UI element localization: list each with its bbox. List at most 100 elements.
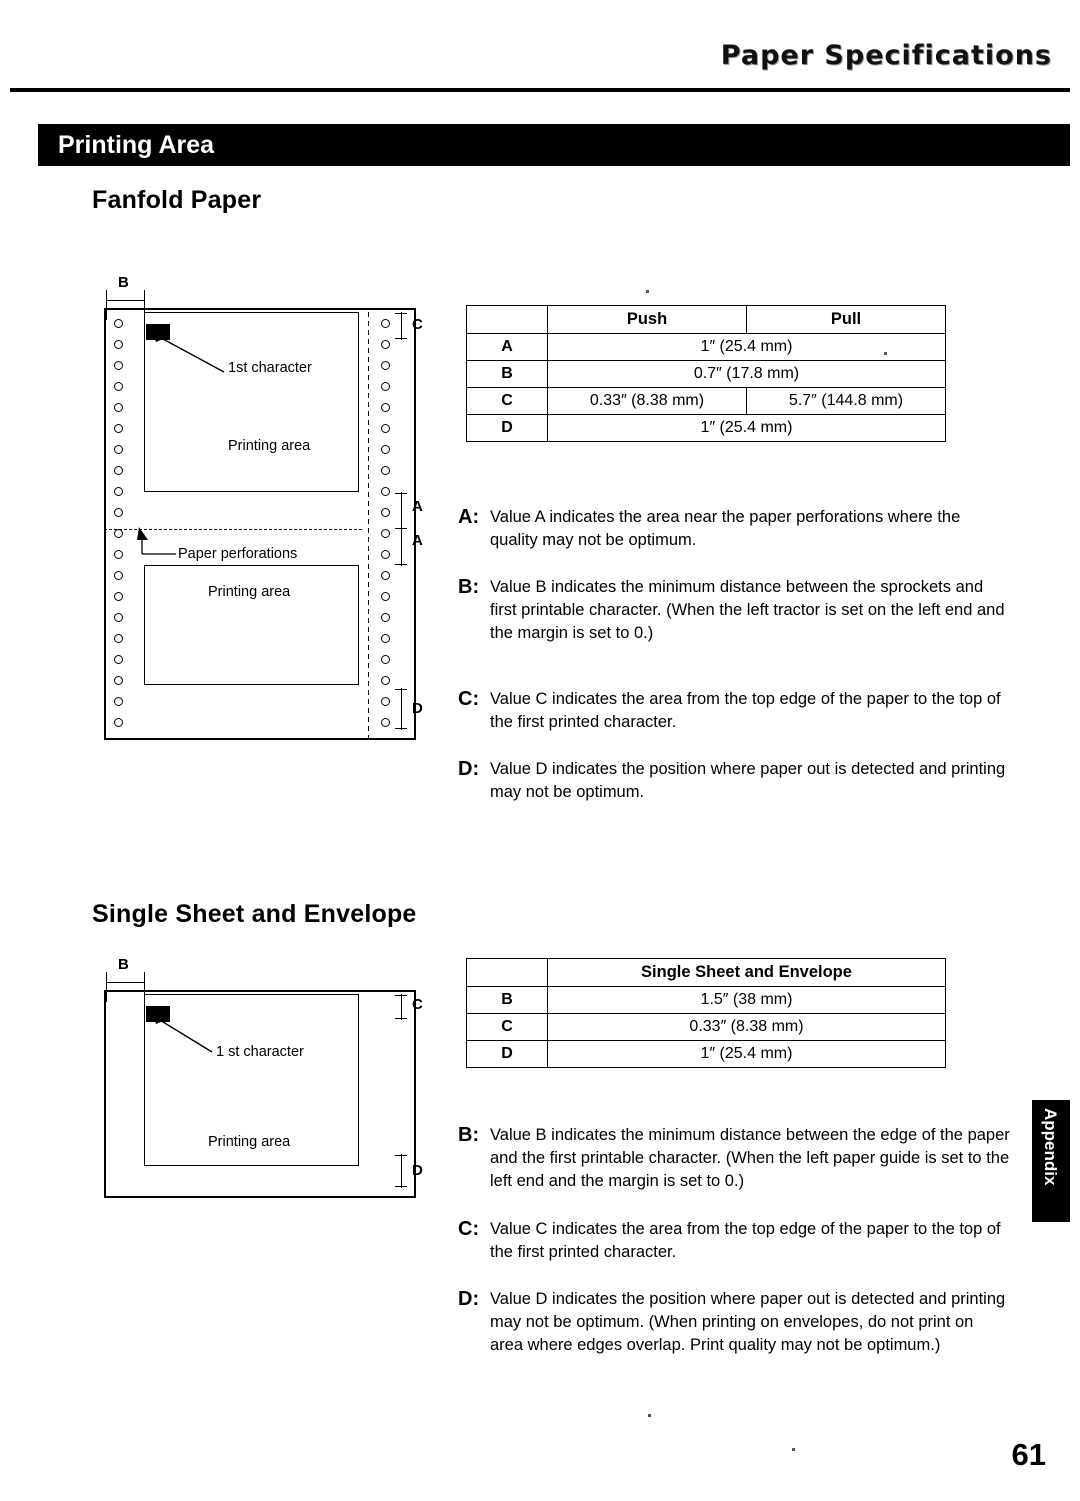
single-printing-area-label: Printing area	[208, 1134, 291, 1150]
note-a-tag: A:	[458, 506, 480, 528]
sprocket-hole	[381, 592, 390, 601]
sprocket-hole	[381, 508, 390, 517]
fanfold-printing-area-top-label: Printing area	[228, 438, 311, 454]
sprocket-hole	[381, 487, 390, 496]
note-b-tag: B:	[458, 1124, 480, 1146]
fanfold-dim-b-arrow	[106, 300, 144, 302]
page-title: Paper Specifications	[720, 40, 1052, 71]
page-number: 61	[1011, 1437, 1046, 1472]
fanfold-dim-d-tick-top	[395, 689, 407, 691]
single-dim-c-tick-bottom	[395, 1018, 407, 1020]
sprocket-hole	[114, 634, 123, 643]
sprocket-hole	[114, 340, 123, 349]
appendix-side-tab-label: Appendix	[1041, 1108, 1060, 1186]
sprocket-hole	[114, 697, 123, 706]
table-row-header: Push Pull	[466, 305, 946, 334]
sprocket-hole	[381, 403, 390, 412]
fanfold-dim-b-label: B	[118, 274, 129, 291]
sprocket-hole	[381, 613, 390, 622]
sprocket-hole	[114, 403, 123, 412]
note-c-fanfold: C: Value C indicates the area from the t…	[458, 688, 1010, 734]
table-row: B 0.7″ (17.8 mm)	[466, 360, 946, 388]
header-divider	[10, 88, 1070, 92]
sprocket-hole	[114, 487, 123, 496]
table-header-blank	[466, 958, 548, 987]
scan-artifact	[792, 1448, 795, 1451]
single-first-character-label: 1 st character	[216, 1044, 304, 1060]
table-fanfold-specs: Push Pull A 1″ (25.4 mm) B 0.7″ (17.8 mm…	[466, 305, 946, 442]
appendix-side-tab: Appendix	[1032, 1100, 1070, 1222]
heading-fanfold-paper: Fanfold Paper	[92, 186, 262, 214]
fanfold-right-guide	[368, 312, 370, 740]
sprocket-hole	[381, 634, 390, 643]
table-cell-c-pull: 5.7″ (144.8 mm)	[746, 387, 946, 415]
fanfold-dim-a-top-label: A	[412, 498, 423, 515]
table-row: C 0.33″ (8.38 mm) 5.7″ (144.8 mm)	[466, 387, 946, 415]
table-header-pull: Pull	[746, 305, 946, 334]
note-d-text: Value D indicates the position where pap…	[490, 1290, 1006, 1354]
table-row: C 0.33″ (8.38 mm)	[466, 1013, 946, 1041]
fanfold-dim-a-top-line	[401, 492, 403, 530]
sprocket-hole	[381, 319, 390, 328]
fanfold-first-character-label: 1st character	[228, 360, 312, 376]
scan-artifact	[884, 352, 887, 355]
sprocket-hole	[114, 508, 123, 517]
sprocket-hole	[381, 340, 390, 349]
single-dim-b-label: B	[118, 956, 129, 973]
single-dim-d-tick-bottom	[395, 1186, 407, 1188]
table-row-header: Single Sheet and Envelope	[466, 958, 946, 987]
sprocket-hole	[114, 571, 123, 580]
sprocket-hole	[114, 592, 123, 601]
note-c-tag: C:	[458, 1218, 480, 1240]
table-row-label-b: B	[466, 360, 548, 388]
sprocket-hole	[381, 445, 390, 454]
note-c-single: C: Value C indicates the area from the t…	[458, 1218, 1010, 1264]
section-bar-label: Printing Area	[58, 131, 215, 159]
single-dim-d-tick-top	[395, 1155, 407, 1157]
fanfold-dim-a-top-tick-top	[395, 493, 407, 495]
table-cell-c-push: 0.33″ (8.38 mm)	[547, 387, 747, 415]
sprocket-hole	[114, 529, 123, 538]
table-row-label-a: A	[466, 333, 548, 361]
fanfold-perforations-label: Paper perforations	[178, 546, 298, 562]
sprocket-hole	[381, 361, 390, 370]
fanfold-dim-d-tick-bottom	[395, 728, 407, 730]
fanfold-dim-c-line	[401, 312, 403, 340]
table-cell-b-value: 1.5″ (38 mm)	[547, 986, 946, 1014]
sprocket-hole	[381, 466, 390, 475]
sprocket-hole	[114, 319, 123, 328]
single-dim-c-line	[401, 994, 403, 1020]
table-row-label-d: D	[466, 414, 548, 442]
sprocket-hole	[381, 697, 390, 706]
table-row: B 1.5″ (38 mm)	[466, 986, 946, 1014]
note-d-single: D: Value D indicates the position where …	[458, 1288, 1010, 1357]
sprocket-hole	[114, 718, 123, 727]
heading-single-sheet-and-envelope: Single Sheet and Envelope	[92, 900, 417, 928]
sprocket-hole	[114, 424, 123, 433]
single-dim-c-label: C	[412, 996, 423, 1013]
sprocket-hole	[381, 382, 390, 391]
fanfold-printing-area-bottom-label: Printing area	[208, 584, 291, 600]
sprocket-hole	[114, 550, 123, 559]
table-row: D 1″ (25.4 mm)	[466, 1040, 946, 1068]
fanfold-dim-d-label: D	[412, 700, 423, 717]
note-d-fanfold: D: Value D indicates the position where …	[458, 758, 1010, 804]
table-cell-a-value: 1″ (25.4 mm)	[547, 333, 946, 361]
sprocket-hole	[114, 466, 123, 475]
note-a-text: Value A indicates the area near the pape…	[490, 508, 961, 549]
note-a-fanfold: A: Value A indicates the area near the p…	[458, 506, 1010, 552]
sprocket-hole	[114, 655, 123, 664]
sprocket-hole	[114, 613, 123, 622]
sprocket-hole	[381, 529, 390, 538]
note-b-text: Value B indicates the minimum distance b…	[490, 1126, 1010, 1190]
fanfold-dim-c-tick-bottom	[395, 338, 407, 340]
note-c-text: Value C indicates the area from the top …	[490, 1220, 1001, 1261]
fanfold-dim-c-tick-top	[395, 313, 407, 315]
sprocket-hole	[381, 718, 390, 727]
fanfold-dim-a-bottom-label: A	[412, 532, 423, 549]
page-header: Paper Specifications	[0, 0, 1080, 96]
sprocket-hole	[114, 676, 123, 685]
note-c-tag: C:	[458, 688, 480, 710]
fanfold-dim-c-label: C	[412, 316, 423, 333]
note-b-fanfold: B: Value B indicates the minimum distanc…	[458, 576, 1010, 645]
